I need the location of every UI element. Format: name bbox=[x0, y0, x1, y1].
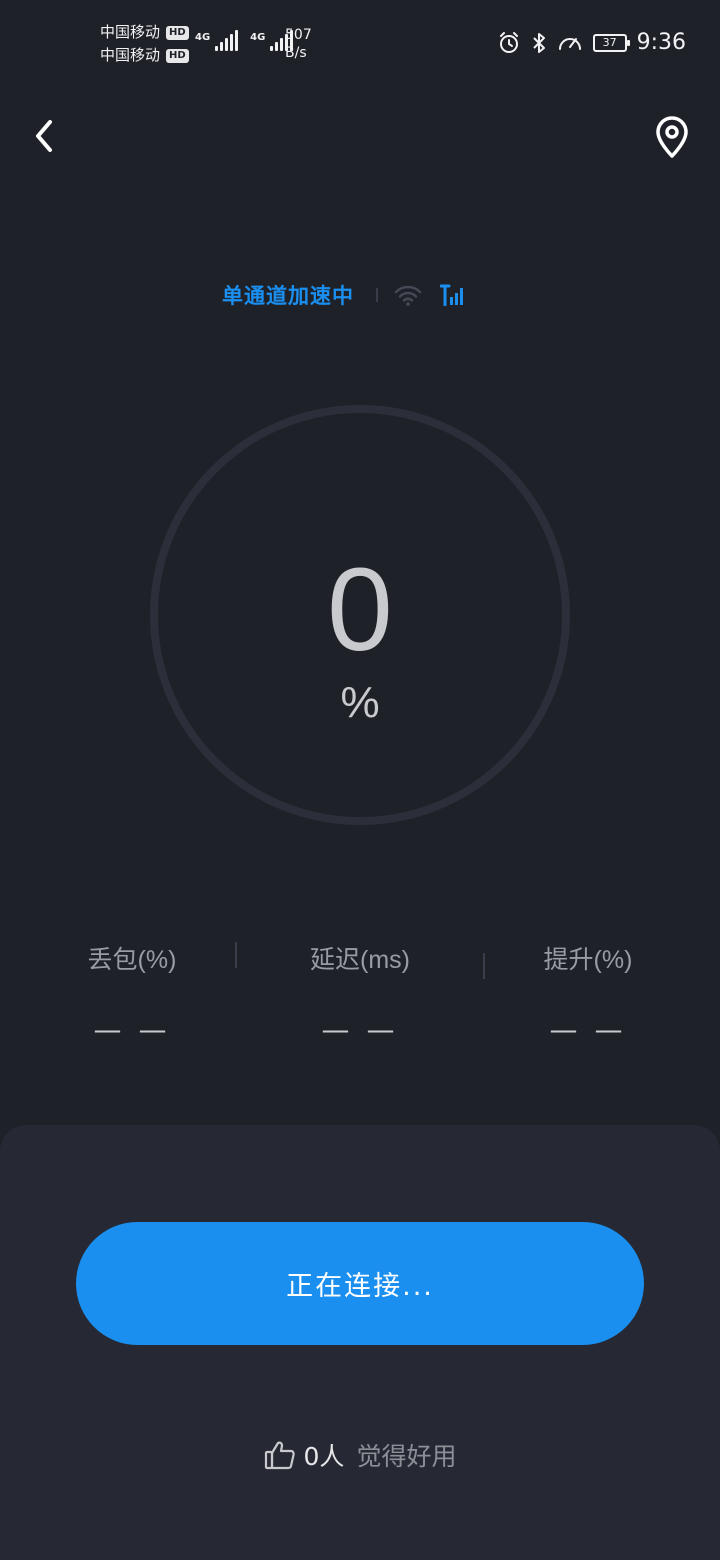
connect-button[interactable]: 正在连接... bbox=[76, 1222, 644, 1345]
status-bar: 中国移动 HD 中国移动 HD 4G 4G 507 B/s 37 9:36 bbox=[0, 0, 720, 90]
app-screen: 中国移动 HD 中国移动 HD 4G 4G 507 B/s 37 9:36 单通… bbox=[0, 0, 720, 1560]
stat-divider bbox=[483, 953, 485, 979]
likes-text: 觉得好用 bbox=[356, 1442, 457, 1471]
mode-label: 单通道加速中 bbox=[222, 284, 354, 308]
signal-strength-icon: 4G bbox=[195, 30, 239, 51]
location-button[interactable] bbox=[652, 114, 692, 160]
stat-label: 提升(%) bbox=[543, 946, 633, 974]
divider bbox=[376, 288, 378, 302]
carrier-name: 中国移动 bbox=[100, 23, 161, 41]
stat-value: — — bbox=[321, 1013, 399, 1046]
gauge-unit: % bbox=[340, 678, 380, 727]
speedometer-icon bbox=[558, 37, 581, 50]
likes-count: 0人 bbox=[303, 1442, 345, 1471]
status-icons: 37 9:36 bbox=[497, 30, 686, 55]
network-speed-value: 507 bbox=[285, 27, 312, 43]
hd-badge: HD bbox=[166, 25, 189, 40]
stat-latency: 延迟(ms) — — bbox=[260, 945, 460, 1045]
stat-packet-loss: 丢包(%) — — bbox=[32, 945, 232, 1045]
location-pin-icon bbox=[656, 116, 688, 158]
carrier-info: 中国移动 HD 中国移动 HD bbox=[100, 24, 189, 64]
carrier-name: 中国移动 bbox=[100, 46, 161, 64]
acceleration-mode: 单通道加速中 bbox=[222, 280, 466, 310]
stat-value: — — bbox=[549, 1013, 627, 1046]
network-speed: 507 B/s bbox=[285, 26, 312, 62]
battery-icon: 37 bbox=[592, 33, 630, 52]
stat-divider bbox=[235, 942, 237, 968]
network-type: 4G bbox=[195, 32, 211, 43]
stat-value: — — bbox=[93, 1013, 171, 1046]
gauge-value: 0 bbox=[327, 544, 393, 676]
stat-label: 丢包(%) bbox=[87, 946, 177, 974]
network-type: 4G bbox=[250, 32, 266, 43]
back-button[interactable] bbox=[26, 116, 62, 156]
alarm-icon bbox=[499, 31, 518, 53]
mode-icons bbox=[394, 284, 466, 306]
wifi-icon bbox=[394, 285, 422, 306]
acceleration-gauge: 0 % bbox=[150, 405, 570, 825]
network-speed-unit: B/s bbox=[285, 45, 307, 61]
bluetooth-icon bbox=[532, 32, 545, 53]
likes-row[interactable]: 0人 觉得好用 bbox=[0, 1437, 720, 1473]
carrier-row-2: 中国移动 HD bbox=[100, 47, 189, 64]
clock: 9:36 bbox=[636, 30, 686, 55]
stat-label: 延迟(ms) bbox=[310, 946, 410, 974]
stat-improvement: 提升(%) — — bbox=[488, 945, 688, 1045]
carrier-row-1: 中国移动 HD bbox=[100, 24, 189, 41]
bottom-panel: 正在连接... 0人 觉得好用 bbox=[0, 1125, 720, 1560]
hd-badge: HD bbox=[166, 48, 189, 63]
cell-signals: 4G 4G bbox=[195, 30, 294, 51]
chevron-left-icon bbox=[36, 120, 52, 152]
cellular-signal-icon bbox=[440, 284, 463, 306]
thumbs-up-icon bbox=[264, 1441, 295, 1470]
battery-level: 37 bbox=[602, 36, 617, 49]
